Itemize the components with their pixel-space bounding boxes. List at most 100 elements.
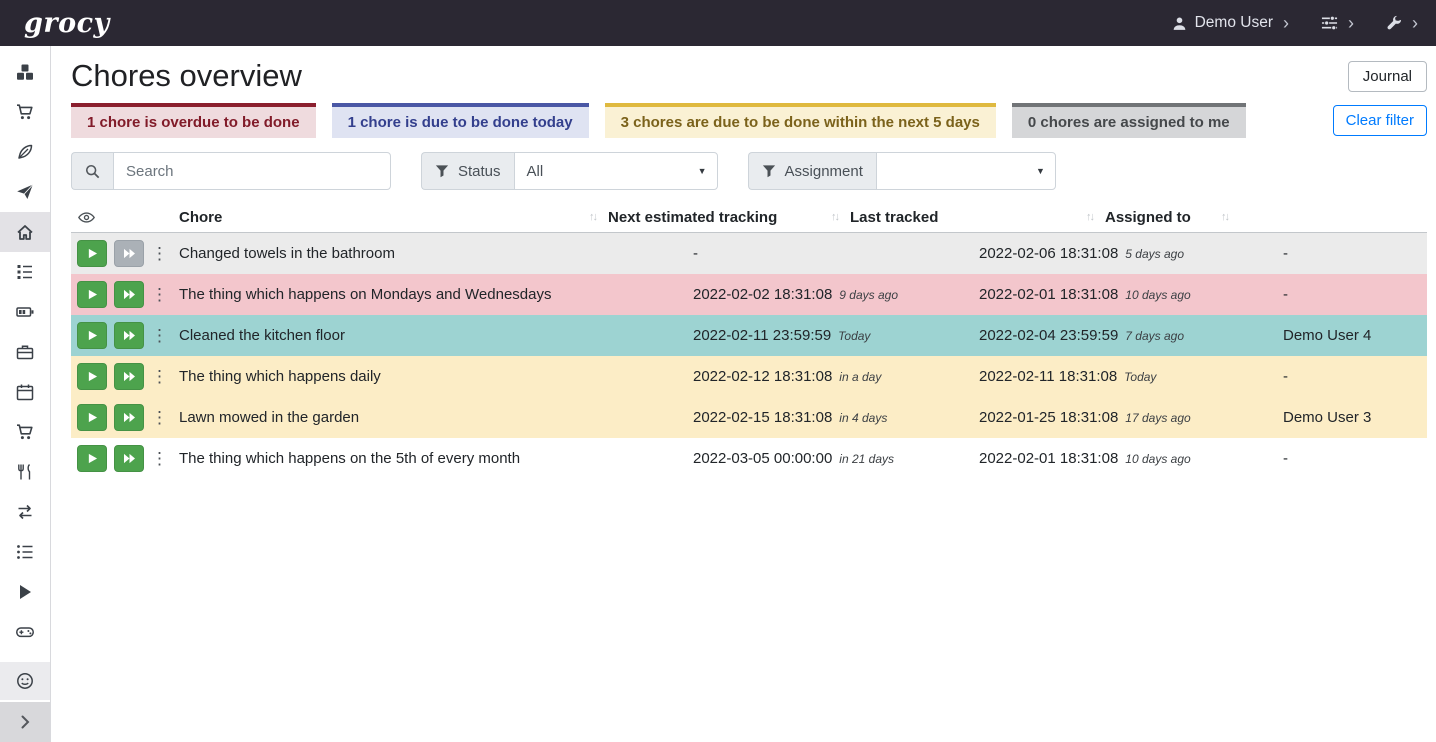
caret-down-icon: ▼	[1036, 166, 1045, 176]
column-header-last-tracked[interactable]: Last tracked ↑↓	[850, 209, 1105, 226]
assigned-to: -	[1283, 368, 1427, 385]
next-tracking-cell: 2022-02-02 18:31:089 days ago	[693, 286, 979, 304]
track-execution-button[interactable]	[77, 445, 107, 472]
table-header: Chore ↑↓ Next estimated tracking ↑↓ Last…	[71, 202, 1427, 233]
list-check-icon	[16, 263, 34, 281]
sidebar-item-equipment[interactable]	[0, 332, 50, 372]
sidebar-item-inventory[interactable]	[0, 532, 50, 572]
sidebar-item-chores-overview[interactable]	[0, 212, 50, 252]
next-tracking-relative: 9 days ago	[839, 288, 898, 302]
column-header-assigned-to[interactable]: Assigned to ↑↓	[1105, 209, 1240, 226]
sidebar-expand-button[interactable]	[0, 702, 50, 742]
sidebar-item-calendar[interactable]	[0, 372, 50, 412]
chevron-right-icon: ›	[1283, 14, 1289, 32]
next-tracking-date: 2022-02-15 18:31:08	[693, 409, 832, 426]
last-tracked-cell: 2022-02-01 18:31:0810 days ago	[979, 450, 1283, 468]
row-actions: ⋮	[71, 404, 171, 431]
assignment-filter-label: Assignment	[785, 163, 863, 180]
assigned-to: Demo User 4	[1283, 327, 1427, 344]
track-execution-button[interactable]	[77, 322, 107, 349]
sort-icon: ↑↓	[1221, 211, 1228, 223]
play-icon	[16, 583, 34, 601]
skip-execution-button[interactable]	[114, 363, 144, 390]
chore-name: The thing which happens daily	[171, 368, 693, 385]
track-execution-button[interactable]	[77, 404, 107, 431]
settings-menu[interactable]: ›	[1321, 14, 1354, 32]
calendar-icon	[16, 383, 34, 401]
last-tracked-relative: 7 days ago	[1125, 329, 1184, 343]
chore-name: The thing which happens on Mondays and W…	[171, 286, 693, 303]
toggle-visibility-button[interactable]	[71, 211, 95, 224]
chevron-right-icon	[16, 713, 34, 731]
filter-banner-due-soon[interactable]: 3 chores are due to be done within the n…	[605, 103, 996, 138]
fast-forward-icon	[123, 412, 136, 423]
funnel-icon	[435, 164, 449, 178]
filter-banner-overdue[interactable]: 1 chore is overdue to be done	[71, 103, 316, 138]
smiley-icon	[16, 672, 34, 690]
next-tracking-relative: in a day	[839, 370, 881, 384]
track-execution-button[interactable]	[77, 363, 107, 390]
track-execution-button[interactable]	[77, 240, 107, 267]
search-input[interactable]	[113, 152, 391, 190]
skip-execution-button[interactable]	[114, 240, 144, 267]
wrench-icon	[1386, 15, 1402, 31]
sidebar-item-batteries[interactable]	[0, 292, 50, 332]
sidebar-item-shopping-list[interactable]	[0, 92, 50, 132]
sidebar-item-meal-plan[interactable]	[0, 172, 50, 212]
track-execution-button[interactable]	[77, 281, 107, 308]
filter-banner-due-today[interactable]: 1 chore is due to be done today	[332, 103, 589, 138]
skip-execution-button[interactable]	[114, 322, 144, 349]
sidebar-item-transfer[interactable]	[0, 492, 50, 532]
skip-execution-button[interactable]	[114, 281, 144, 308]
chore-name: Lawn mowed in the garden	[171, 409, 693, 426]
column-header-chore[interactable]: Chore ↑↓	[171, 209, 608, 226]
sidebar-item-purchase[interactable]	[0, 412, 50, 452]
table-row: ⋮ Lawn mowed in the garden 2022-02-15 18…	[71, 397, 1427, 438]
row-menu-button[interactable]: ⋮	[151, 286, 167, 303]
filter-banner-assigned-to-me[interactable]: 0 chores are assigned to me	[1012, 103, 1246, 138]
home-icon	[16, 223, 34, 241]
next-tracking-relative: in 4 days	[839, 411, 887, 425]
play-icon	[87, 330, 98, 341]
journal-button[interactable]: Journal	[1348, 61, 1427, 92]
row-menu-button[interactable]: ⋮	[151, 327, 167, 344]
row-menu-button[interactable]: ⋮	[151, 450, 167, 467]
row-menu-button[interactable]: ⋮	[151, 368, 167, 385]
next-tracking-relative: in 21 days	[839, 452, 894, 466]
row-menu-button[interactable]: ⋮	[151, 245, 167, 262]
user-menu[interactable]: Demo User ›	[1172, 14, 1289, 32]
status-select[interactable]: All ▼	[514, 152, 718, 190]
next-tracking-relative: Today	[838, 329, 870, 343]
assigned-to: Demo User 3	[1283, 409, 1427, 426]
sidebar-item-battery-tracking[interactable]	[0, 612, 50, 652]
table-row: ⋮ Changed towels in the bathroom - 2022-…	[71, 233, 1427, 274]
page-title: Chores overview	[71, 58, 302, 94]
row-menu-button[interactable]: ⋮	[151, 409, 167, 426]
assignment-filter-group: Assignment ▼	[748, 152, 1056, 190]
last-tracked-date: 2022-02-04 23:59:59	[979, 327, 1118, 344]
clear-filter-button[interactable]: Clear filter	[1333, 105, 1427, 136]
battery-icon	[16, 303, 34, 321]
next-tracking-cell: 2022-02-12 18:31:08in a day	[693, 368, 979, 386]
assignment-select[interactable]: ▼	[876, 152, 1056, 190]
sidebar-item-stock-overview[interactable]	[0, 52, 50, 92]
skip-execution-button[interactable]	[114, 445, 144, 472]
column-header-next-tracking[interactable]: Next estimated tracking ↑↓	[608, 209, 850, 226]
sidebar-item-feedback[interactable]	[0, 662, 50, 700]
row-actions: ⋮	[71, 281, 171, 308]
sidebar-item-tasks[interactable]	[0, 252, 50, 292]
tools-menu[interactable]: ›	[1386, 14, 1418, 32]
navbar-menus: Demo User › › ›	[1172, 14, 1418, 32]
fast-forward-icon	[123, 289, 136, 300]
sidebar-item-chore-tracking[interactable]	[0, 572, 50, 612]
shopping-cart-icon	[16, 423, 34, 441]
chore-name: Cleaned the kitchen floor	[171, 327, 693, 344]
chevron-right-icon: ›	[1412, 14, 1418, 32]
brand-logo[interactable]: grocy	[24, 10, 110, 37]
search-icon	[85, 164, 100, 179]
skip-execution-button[interactable]	[114, 404, 144, 431]
sidebar-item-consume[interactable]	[0, 452, 50, 492]
row-actions: ⋮	[71, 445, 171, 472]
sidebar-item-recipes[interactable]	[0, 132, 50, 172]
table-body: ⋮ Changed towels in the bathroom - 2022-…	[71, 233, 1427, 479]
